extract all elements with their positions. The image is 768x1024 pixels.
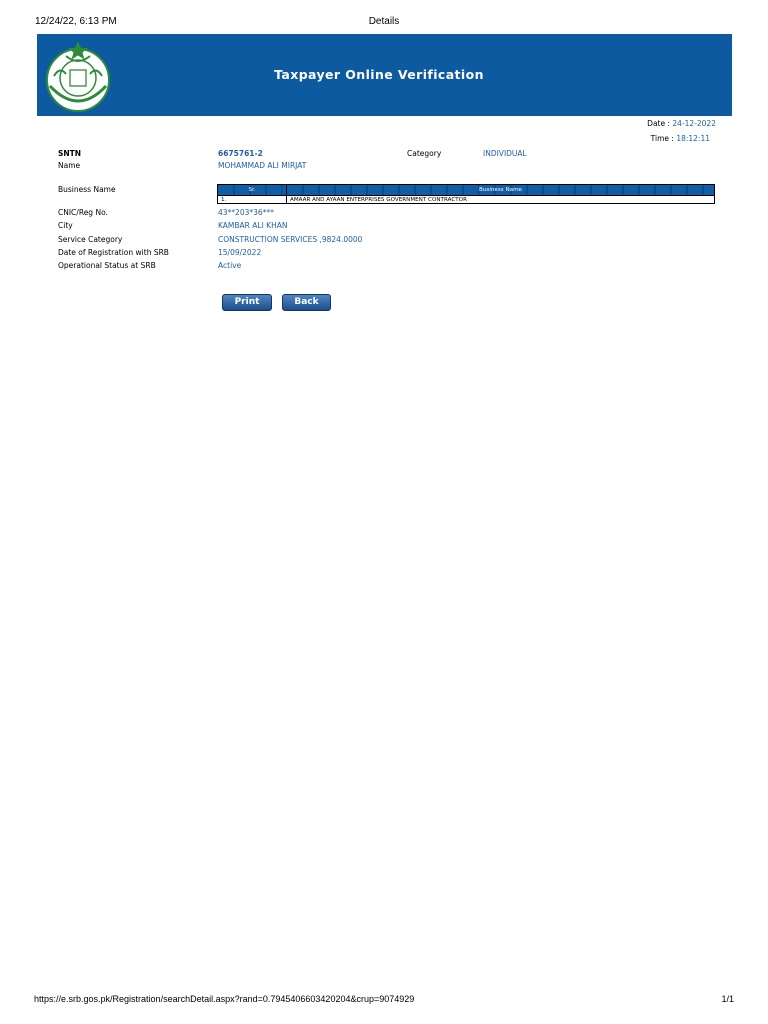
time-value: 18:12:11 (676, 134, 710, 143)
print-button[interactable]: Print (222, 294, 272, 311)
table-cell-sr: 1. (217, 195, 287, 204)
time-label: Time : (650, 134, 677, 143)
category-label: Category (407, 149, 442, 158)
table-row: 1. AMAAR AND AYAAN ENTERPRISES GOVERNMEN… (217, 195, 715, 204)
date-display: Date : 24-12-2022 (647, 119, 716, 128)
city-label: City (58, 221, 73, 230)
service-category-value: CONSTRUCTION SERVICES ,9824.0000 (218, 235, 363, 244)
print-page-title: Details (368, 16, 400, 27)
service-category-label: Service Category (58, 235, 123, 244)
cnic-label: CNIC/Reg No. (58, 208, 108, 217)
category-value: INDIVIDUAL (483, 149, 527, 158)
business-name-label: Business Name (58, 185, 116, 194)
print-header: 12/24/22, 6:13 PM Details (0, 16, 768, 30)
business-name-table: Sr. Business Name 1. AMAAR AND AYAAN ENT… (217, 184, 715, 204)
page-number: 1/1 (721, 994, 734, 1004)
sntn-label: SNTN (58, 149, 82, 158)
city-value: KAMBAR ALI KHAN (218, 221, 288, 230)
page-title: Taxpayer Online Verification (274, 67, 484, 82)
back-button[interactable]: Back (282, 294, 331, 311)
table-header-row: Sr. Business Name (217, 184, 715, 196)
registration-date-label: Date of Registration with SRB (58, 248, 169, 257)
name-value: MOHAMMAD ALI MIRJAT (218, 161, 307, 170)
table-header-sr: Sr. (217, 184, 287, 196)
date-value: 24-12-2022 (672, 119, 716, 128)
table-cell-business-name: AMAAR AND AYAAN ENTERPRISES GOVERNMENT C… (286, 195, 715, 204)
name-label: Name (58, 161, 81, 170)
time-display: Time : 18:12:11 (651, 134, 710, 143)
operational-status-label: Operational Status at SRB (58, 261, 156, 270)
page-banner: Taxpayer Online Verification (37, 34, 732, 116)
date-label: Date : (647, 119, 673, 128)
cnic-value: 43**203*36*** (218, 208, 274, 217)
table-header-business-name: Business Name (286, 184, 715, 196)
page-url: https://e.srb.gos.pk/Registration/search… (34, 994, 415, 1004)
sntn-value: 6675761-2 (218, 149, 263, 158)
registration-date-value: 15/09/2022 (218, 248, 262, 257)
operational-status-value: Active (218, 261, 242, 270)
